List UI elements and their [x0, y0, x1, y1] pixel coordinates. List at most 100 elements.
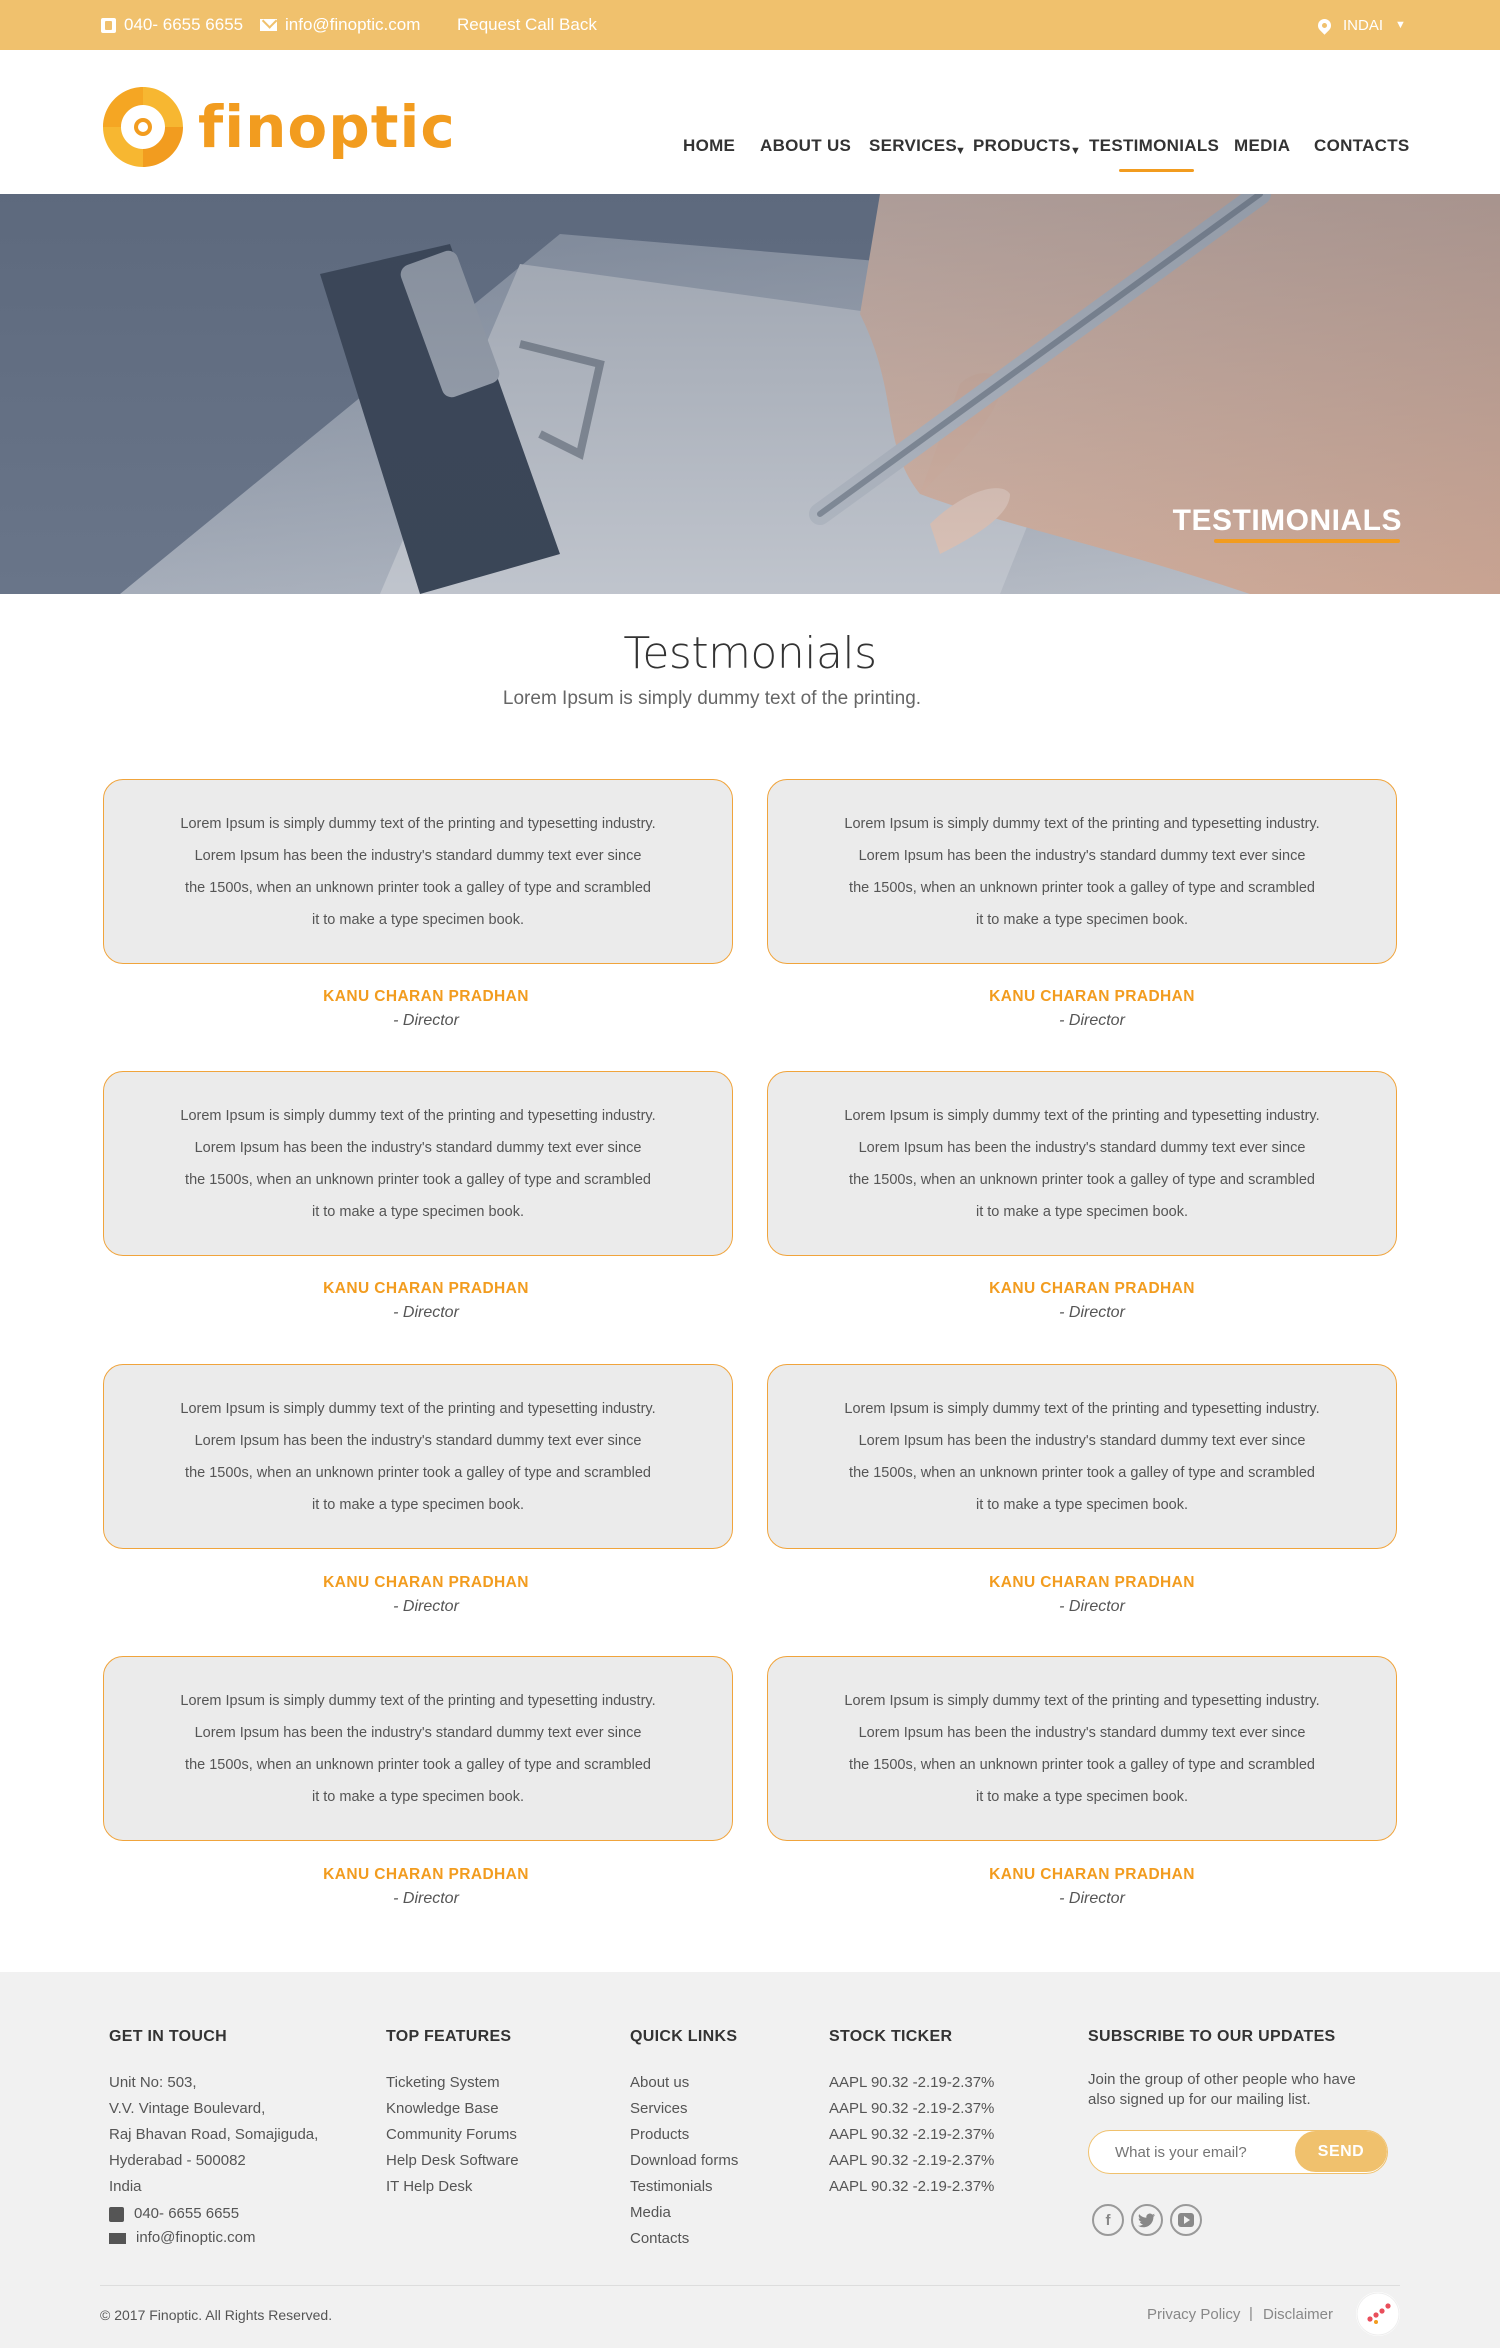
footer-link[interactable]: Community Forums	[386, 2122, 519, 2148]
testimonial-line: Lorem Ipsum is simply dummy text of the …	[180, 815, 656, 832]
copyright: © 2017 Finoptic. All Rights Reserved.	[100, 2307, 333, 2323]
footer-link-separator: |	[1249, 2305, 1253, 2322]
products-dropdown-icon[interactable]: ▼	[1070, 145, 1081, 157]
stock-ticker-item: AAPL 90.32 -2.19-2.37%	[829, 2074, 995, 2091]
testimonial-line: it to make a type specimen book.	[976, 1496, 1188, 1513]
testimonial-line: the 1500s, when an unknown printer took …	[849, 879, 1315, 896]
author-name: KANU CHARAN PRADHAN	[323, 1280, 529, 1297]
location-pin-icon	[1315, 15, 1334, 35]
footer-link[interactable]: Services	[630, 2096, 738, 2122]
testimonial-line: the 1500s, when an unknown printer took …	[185, 1464, 651, 1481]
author-role: - Director	[393, 1304, 459, 1321]
footer-link[interactable]: Testimonials	[630, 2174, 738, 2200]
hero-banner: TESTIMONIALS	[0, 194, 1500, 594]
chat-widget-icon	[1356, 2292, 1400, 2336]
testimonial-line: it to make a type specimen book.	[976, 911, 1188, 928]
footer-link[interactable]: Media	[630, 2200, 738, 2226]
footer-link[interactable]: Download forms	[630, 2148, 738, 2174]
author-name: KANU CHARAN PRADHAN	[989, 1280, 1195, 1297]
footer-link[interactable]: Knowledge Base	[386, 2096, 519, 2122]
footer-phone[interactable]: 040- 6655 6655	[109, 2202, 318, 2226]
testimonial-text: Lorem Ipsum is simply dummy text of the …	[844, 1100, 1319, 1228]
twitter-icon[interactable]	[1131, 2204, 1163, 2236]
nav-services[interactable]: SERVICES	[869, 136, 957, 156]
subscribe-text: Join the group of other people who have	[1088, 2071, 1356, 2088]
phone-icon	[101, 17, 116, 33]
nav-contacts[interactable]: CONTACTS	[1314, 136, 1410, 156]
stock-ticker-item: AAPL 90.32 -2.19-2.37%	[829, 2100, 995, 2117]
location-selector[interactable]: INDAI ▼	[1315, 0, 1406, 50]
nav-media[interactable]: MEDIA	[1234, 136, 1290, 156]
testimonial-text: Lorem Ipsum is simply dummy text of the …	[844, 1393, 1319, 1521]
testimonial-author: KANU CHARAN PRADHAN - Director	[111, 1866, 741, 1908]
testimonial-line: it to make a type specimen book.	[312, 1788, 524, 1805]
mail-icon	[109, 2232, 126, 2244]
mail-icon	[260, 19, 277, 31]
main-nav: HOME ABOUT US SERVICES ▼ PRODUCTS ▼ TEST…	[0, 136, 1500, 172]
topbar-phone[interactable]: 040- 6655 6655	[101, 0, 243, 50]
address-line: Raj Bhavan Road, Somajiguda,	[109, 2126, 319, 2143]
footer-phone-text: 040- 6655 6655	[134, 2205, 240, 2222]
facebook-icon[interactable]: f	[1092, 2204, 1124, 2236]
author-role: - Director	[1059, 1598, 1125, 1615]
testimonial-line: Lorem Ipsum is simply dummy text of the …	[844, 1692, 1320, 1709]
testimonial-line: the 1500s, when an unknown printer took …	[849, 1171, 1315, 1188]
author-role: - Director	[1059, 1304, 1125, 1321]
footer-link[interactable]: IT Help Desk	[386, 2174, 519, 2200]
testimonial-line: Lorem Ipsum is simply dummy text of the …	[180, 1107, 656, 1124]
hero-title: TESTIMONIALS	[1172, 504, 1402, 537]
testimonial-author: KANU CHARAN PRADHAN - Director	[111, 1574, 741, 1616]
footer-link[interactable]: About us	[630, 2070, 738, 2096]
testimonial-card: Lorem Ipsum is simply dummy text of the …	[103, 1656, 733, 1841]
footer-stock-ticker: STOCK TICKER AAPL 90.32 -2.19-2.37% AAPL…	[829, 2028, 994, 2200]
testimonial-card: Lorem Ipsum is simply dummy text of the …	[103, 1364, 733, 1549]
nav-testimonials[interactable]: TESTIMONIALS	[1089, 136, 1219, 172]
send-button[interactable]: SEND	[1295, 2131, 1387, 2172]
footer-link[interactable]: Help Desk Software	[386, 2148, 519, 2174]
footer-link[interactable]: Contacts	[630, 2226, 738, 2252]
top-bar: 040- 6655 6655 info@finoptic.com Request…	[0, 0, 1500, 50]
privacy-policy-link[interactable]: Privacy Policy	[1147, 2306, 1240, 2323]
footer-heading: SUBSCRIBE TO OUR UPDATES	[1088, 2028, 1336, 2045]
testimonial-card: Lorem Ipsum is simply dummy text of the …	[767, 1656, 1397, 1841]
testimonial-text: Lorem Ipsum is simply dummy text of the …	[180, 1393, 655, 1521]
nav-home[interactable]: HOME	[683, 136, 735, 156]
footer-link[interactable]: Ticketing System	[386, 2070, 519, 2096]
address-line: Hyderabad - 500082	[109, 2152, 246, 2169]
testimonial-author: KANU CHARAN PRADHAN - Director	[777, 1866, 1407, 1908]
testimonial-line: Lorem Ipsum has been the industry's stan…	[858, 847, 1306, 864]
author-role: - Director	[1059, 1012, 1125, 1029]
testimonial-line: Lorem Ipsum has been the industry's stan…	[858, 1724, 1306, 1741]
testimonial-text: Lorem Ipsum is simply dummy text of the …	[844, 808, 1319, 936]
testimonial-author: KANU CHARAN PRADHAN - Director	[111, 988, 741, 1030]
youtube-icon[interactable]	[1170, 2204, 1202, 2236]
testimonial-card: Lorem Ipsum is simply dummy text of the …	[767, 1364, 1397, 1549]
footer-link[interactable]: Products	[630, 2122, 738, 2148]
nav-products[interactable]: PRODUCTS	[973, 136, 1071, 156]
testimonial-line: it to make a type specimen book.	[976, 1788, 1188, 1805]
testimonial-author: KANU CHARAN PRADHAN - Director	[777, 1574, 1407, 1616]
footer-email[interactable]: info@finoptic.com	[109, 2226, 318, 2250]
testimonial-card: Lorem Ipsum is simply dummy text of the …	[103, 779, 733, 964]
request-callback-link[interactable]: Request Call Back	[457, 0, 597, 50]
testimonial-line: the 1500s, when an unknown printer took …	[849, 1464, 1315, 1481]
services-dropdown-icon[interactable]: ▼	[955, 145, 966, 157]
testimonial-line: Lorem Ipsum is simply dummy text of the …	[844, 815, 1320, 832]
nav-about-us[interactable]: ABOUT US	[760, 136, 851, 156]
chat-widget-button[interactable]	[1356, 2292, 1400, 2336]
testimonial-line: Lorem Ipsum is simply dummy text of the …	[180, 1400, 656, 1417]
email-field[interactable]	[1089, 2143, 1289, 2161]
page-title: Testmonials	[623, 628, 877, 679]
author-role: - Director	[393, 1012, 459, 1029]
author-name: KANU CHARAN PRADHAN	[989, 1866, 1195, 1883]
author-name: KANU CHARAN PRADHAN	[989, 988, 1195, 1005]
page-subtitle: Lorem Ipsum is simply dummy text of the …	[502, 688, 922, 709]
testimonial-text: Lorem Ipsum is simply dummy text of the …	[180, 1100, 655, 1228]
testimonial-line: it to make a type specimen book.	[312, 911, 524, 928]
topbar-email[interactable]: info@finoptic.com	[260, 0, 420, 50]
footer-divider	[100, 2285, 1400, 2286]
subscribe-text: also signed up for our mailing list.	[1088, 2091, 1311, 2108]
testimonial-author: KANU CHARAN PRADHAN - Director	[777, 1280, 1407, 1322]
testimonial-line: Lorem Ipsum is simply dummy text of the …	[844, 1107, 1320, 1124]
disclaimer-link[interactable]: Disclaimer	[1263, 2306, 1333, 2323]
